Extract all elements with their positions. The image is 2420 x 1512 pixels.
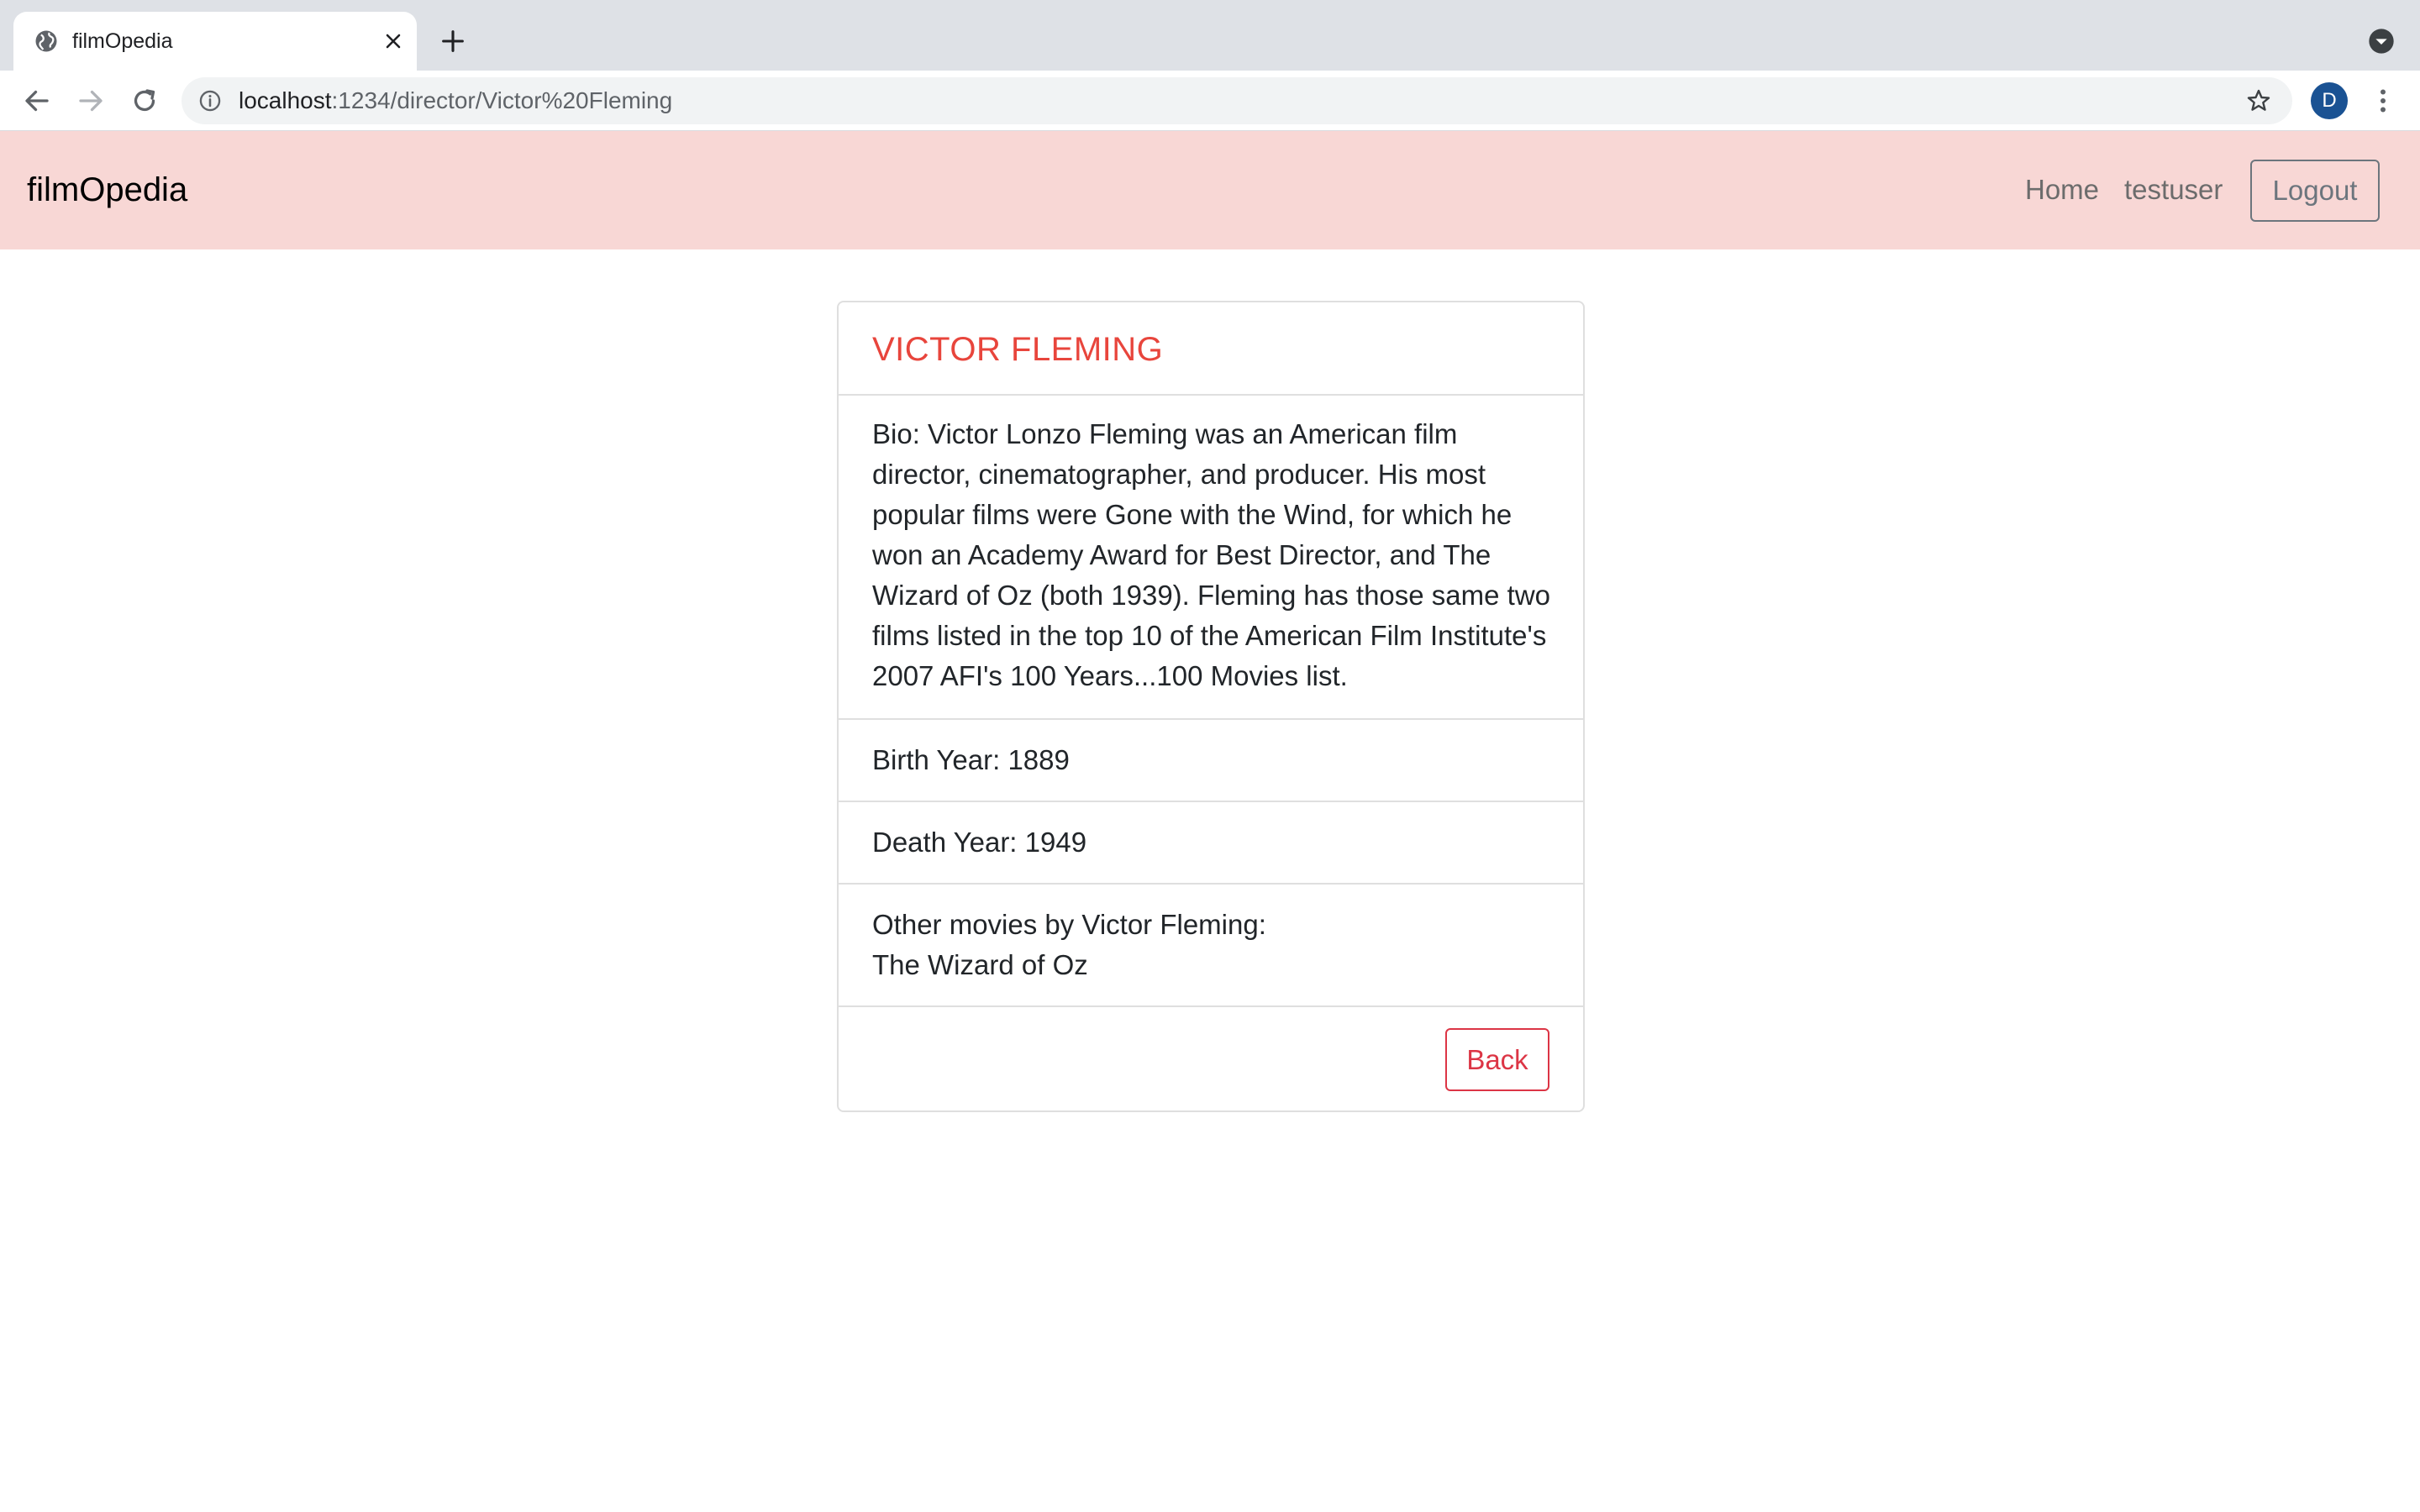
director-card: VICTOR FLEMING Bio: Victor Lonzo Fleming… bbox=[837, 301, 1585, 1112]
nav-link-home[interactable]: Home bbox=[2025, 173, 2099, 207]
other-movies-item: Other movies by Victor Fleming: The Wiza… bbox=[839, 885, 1583, 1007]
site-navbar: filmOpedia Home testuser Logout bbox=[0, 131, 2420, 249]
close-icon[interactable] bbox=[381, 29, 405, 53]
death-year-item: Death Year: 1949 bbox=[839, 802, 1583, 885]
url-text[interactable]: localhost:1234/director/Victor%20Fleming bbox=[239, 86, 672, 116]
browser-toolbar: localhost:1234/director/Victor%20Fleming… bbox=[0, 71, 2420, 131]
brand-logo[interactable]: filmOpedia bbox=[27, 170, 187, 210]
browser-tabstrip: filmOpedia bbox=[0, 0, 2420, 71]
tab-title: filmOpedia bbox=[72, 29, 173, 53]
tab-search-icon[interactable] bbox=[2368, 28, 2395, 55]
other-movies-block: Other movies by Victor Fleming: The Wiza… bbox=[872, 905, 1553, 985]
globe-icon bbox=[35, 30, 57, 52]
nav-link-user[interactable]: testuser bbox=[2124, 173, 2223, 207]
reload-icon[interactable] bbox=[129, 86, 160, 116]
birth-year-text: Birth Year: 1889 bbox=[872, 744, 1070, 775]
birth-year-item: Birth Year: 1889 bbox=[839, 720, 1583, 802]
info-icon[interactable] bbox=[198, 89, 222, 113]
back-button[interactable]: Back bbox=[1445, 1028, 1549, 1091]
back-arrow-icon[interactable] bbox=[22, 86, 52, 116]
other-movies-heading: Other movies by Victor Fleming: bbox=[872, 909, 1266, 940]
plus-icon[interactable] bbox=[439, 27, 467, 55]
bio-text: Bio: Victor Lonzo Fleming was an America… bbox=[872, 418, 1551, 691]
card-footer: Back bbox=[839, 1007, 1583, 1112]
bookmark-star-icon[interactable] bbox=[2245, 87, 2272, 114]
url-path: :1234/director/Victor%20Fleming bbox=[331, 87, 673, 113]
profile-avatar[interactable]: D bbox=[2311, 82, 2348, 119]
other-movie-link[interactable]: The Wizard of Oz bbox=[872, 945, 1553, 985]
card-header: VICTOR FLEMING bbox=[839, 302, 1583, 396]
more-vert-icon[interactable] bbox=[2368, 86, 2398, 116]
logout-button[interactable]: Logout bbox=[2250, 160, 2380, 222]
forward-arrow-icon[interactable] bbox=[76, 86, 106, 116]
url-host: localhost bbox=[239, 87, 332, 113]
browser-tab[interactable]: filmOpedia bbox=[13, 12, 417, 71]
death-year-text: Death Year: 1949 bbox=[872, 827, 1087, 858]
director-name: VICTOR FLEMING bbox=[872, 331, 1164, 368]
bio-item: Bio: Victor Lonzo Fleming was an America… bbox=[839, 396, 1583, 720]
address-bar[interactable]: localhost:1234/director/Victor%20Fleming bbox=[182, 77, 2292, 124]
